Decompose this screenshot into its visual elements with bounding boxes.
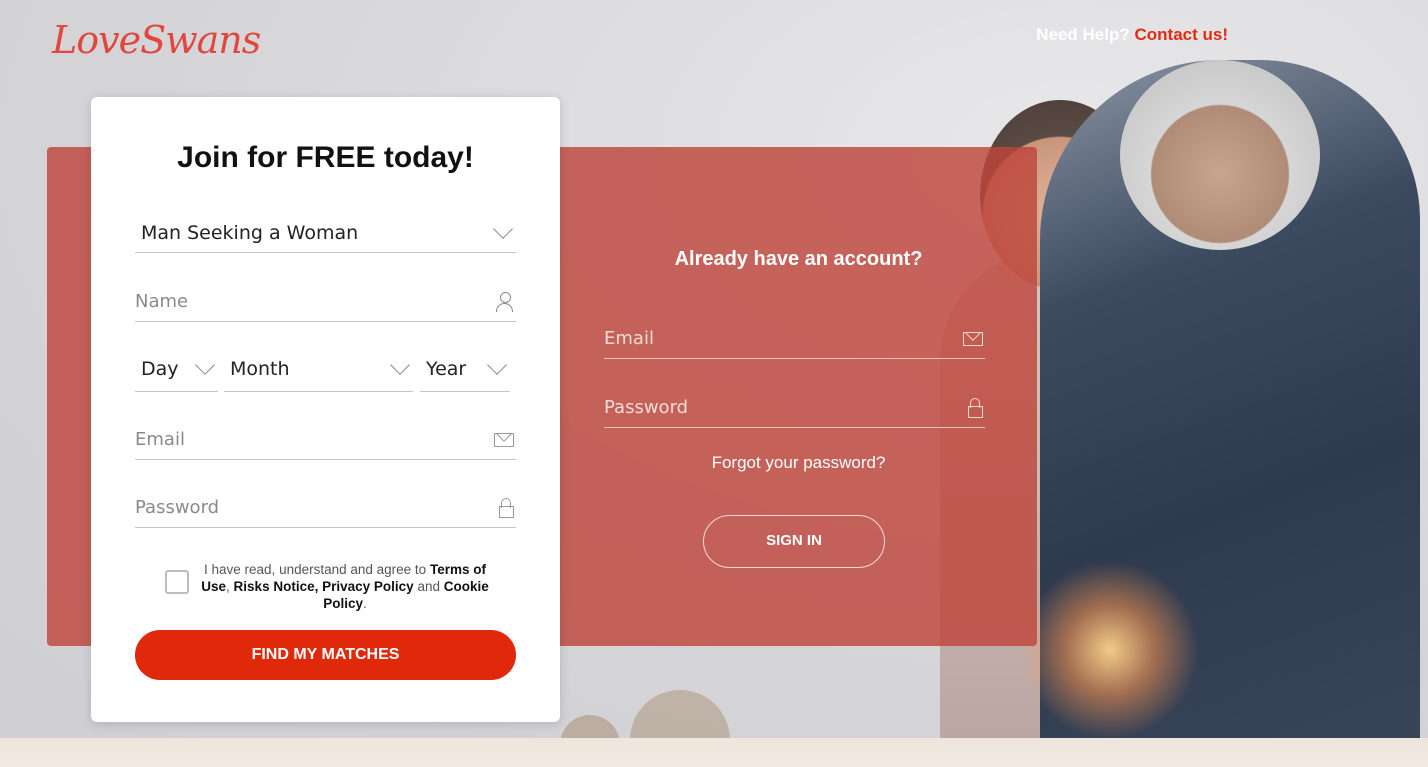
year-select-value: Year (426, 358, 467, 380)
terms-end: . (363, 596, 367, 611)
year-select[interactable]: Year (420, 347, 510, 392)
signin-password-input[interactable]: Password (604, 388, 985, 428)
signin-form: Already have an account? Email Password … (560, 147, 1037, 646)
terms-agreement: I have read, understand and agree to Ter… (165, 560, 495, 612)
month-select-value: Month (230, 358, 290, 380)
signup-title: Join for FREE today! (177, 141, 474, 174)
chevron-down-icon (195, 355, 215, 375)
seeking-select-value: Man Seeking a Woman (141, 221, 359, 244)
day-select-value: Day (141, 358, 179, 380)
site-logo[interactable]: LoveSwans (52, 18, 261, 62)
month-select[interactable]: Month (224, 347, 413, 392)
background-ground (0, 738, 1428, 767)
password-input[interactable]: Password (135, 488, 516, 528)
help-bar: Need Help? Contact us! (1036, 25, 1228, 45)
lock-icon (499, 498, 514, 518)
background-sun-flare (1020, 560, 1200, 740)
chevron-down-icon (493, 218, 513, 239)
help-text: Need Help? (1036, 25, 1130, 44)
user-icon (496, 291, 514, 312)
signin-email-input[interactable]: Email (604, 319, 985, 359)
password-placeholder: Password (135, 497, 220, 518)
birthdate-row: Day Month Year (135, 347, 516, 392)
seeking-select[interactable]: Man Seeking a Woman (135, 213, 516, 253)
envelope-icon (494, 432, 514, 447)
forgot-password-link[interactable]: Forgot your password? (560, 453, 1037, 473)
name-input[interactable]: Name (135, 282, 516, 322)
risks-notice-link[interactable]: Risks Notice, (234, 579, 319, 594)
terms-separator: , (226, 579, 230, 594)
terms-checkbox[interactable] (165, 570, 189, 594)
privacy-policy-link[interactable]: Privacy Policy (322, 579, 414, 594)
terms-text: I have read, understand and agree to Ter… (195, 561, 495, 612)
chevron-down-icon (487, 355, 507, 375)
email-input[interactable]: Email (135, 420, 516, 460)
chevron-down-icon (390, 355, 410, 375)
name-placeholder: Name (135, 291, 189, 312)
background-man-head (1120, 60, 1320, 250)
signin-password-placeholder: Password (604, 397, 689, 418)
find-my-matches-button[interactable]: FIND MY MATCHES (135, 630, 516, 680)
day-select[interactable]: Day (135, 347, 218, 392)
signup-card: Join for FREE today! Man Seeking a Woman… (91, 97, 560, 722)
envelope-icon (963, 331, 983, 346)
terms-and: and (417, 579, 440, 594)
signin-title: Already have an account? (674, 248, 923, 270)
signin-email-placeholder: Email (604, 328, 654, 349)
contact-us-link[interactable]: Contact us! (1135, 25, 1229, 44)
lock-icon (968, 398, 983, 418)
email-placeholder: Email (135, 429, 185, 450)
sign-in-button[interactable]: SIGN IN (703, 515, 885, 568)
terms-prefix: I have read, understand and agree to (204, 562, 427, 577)
